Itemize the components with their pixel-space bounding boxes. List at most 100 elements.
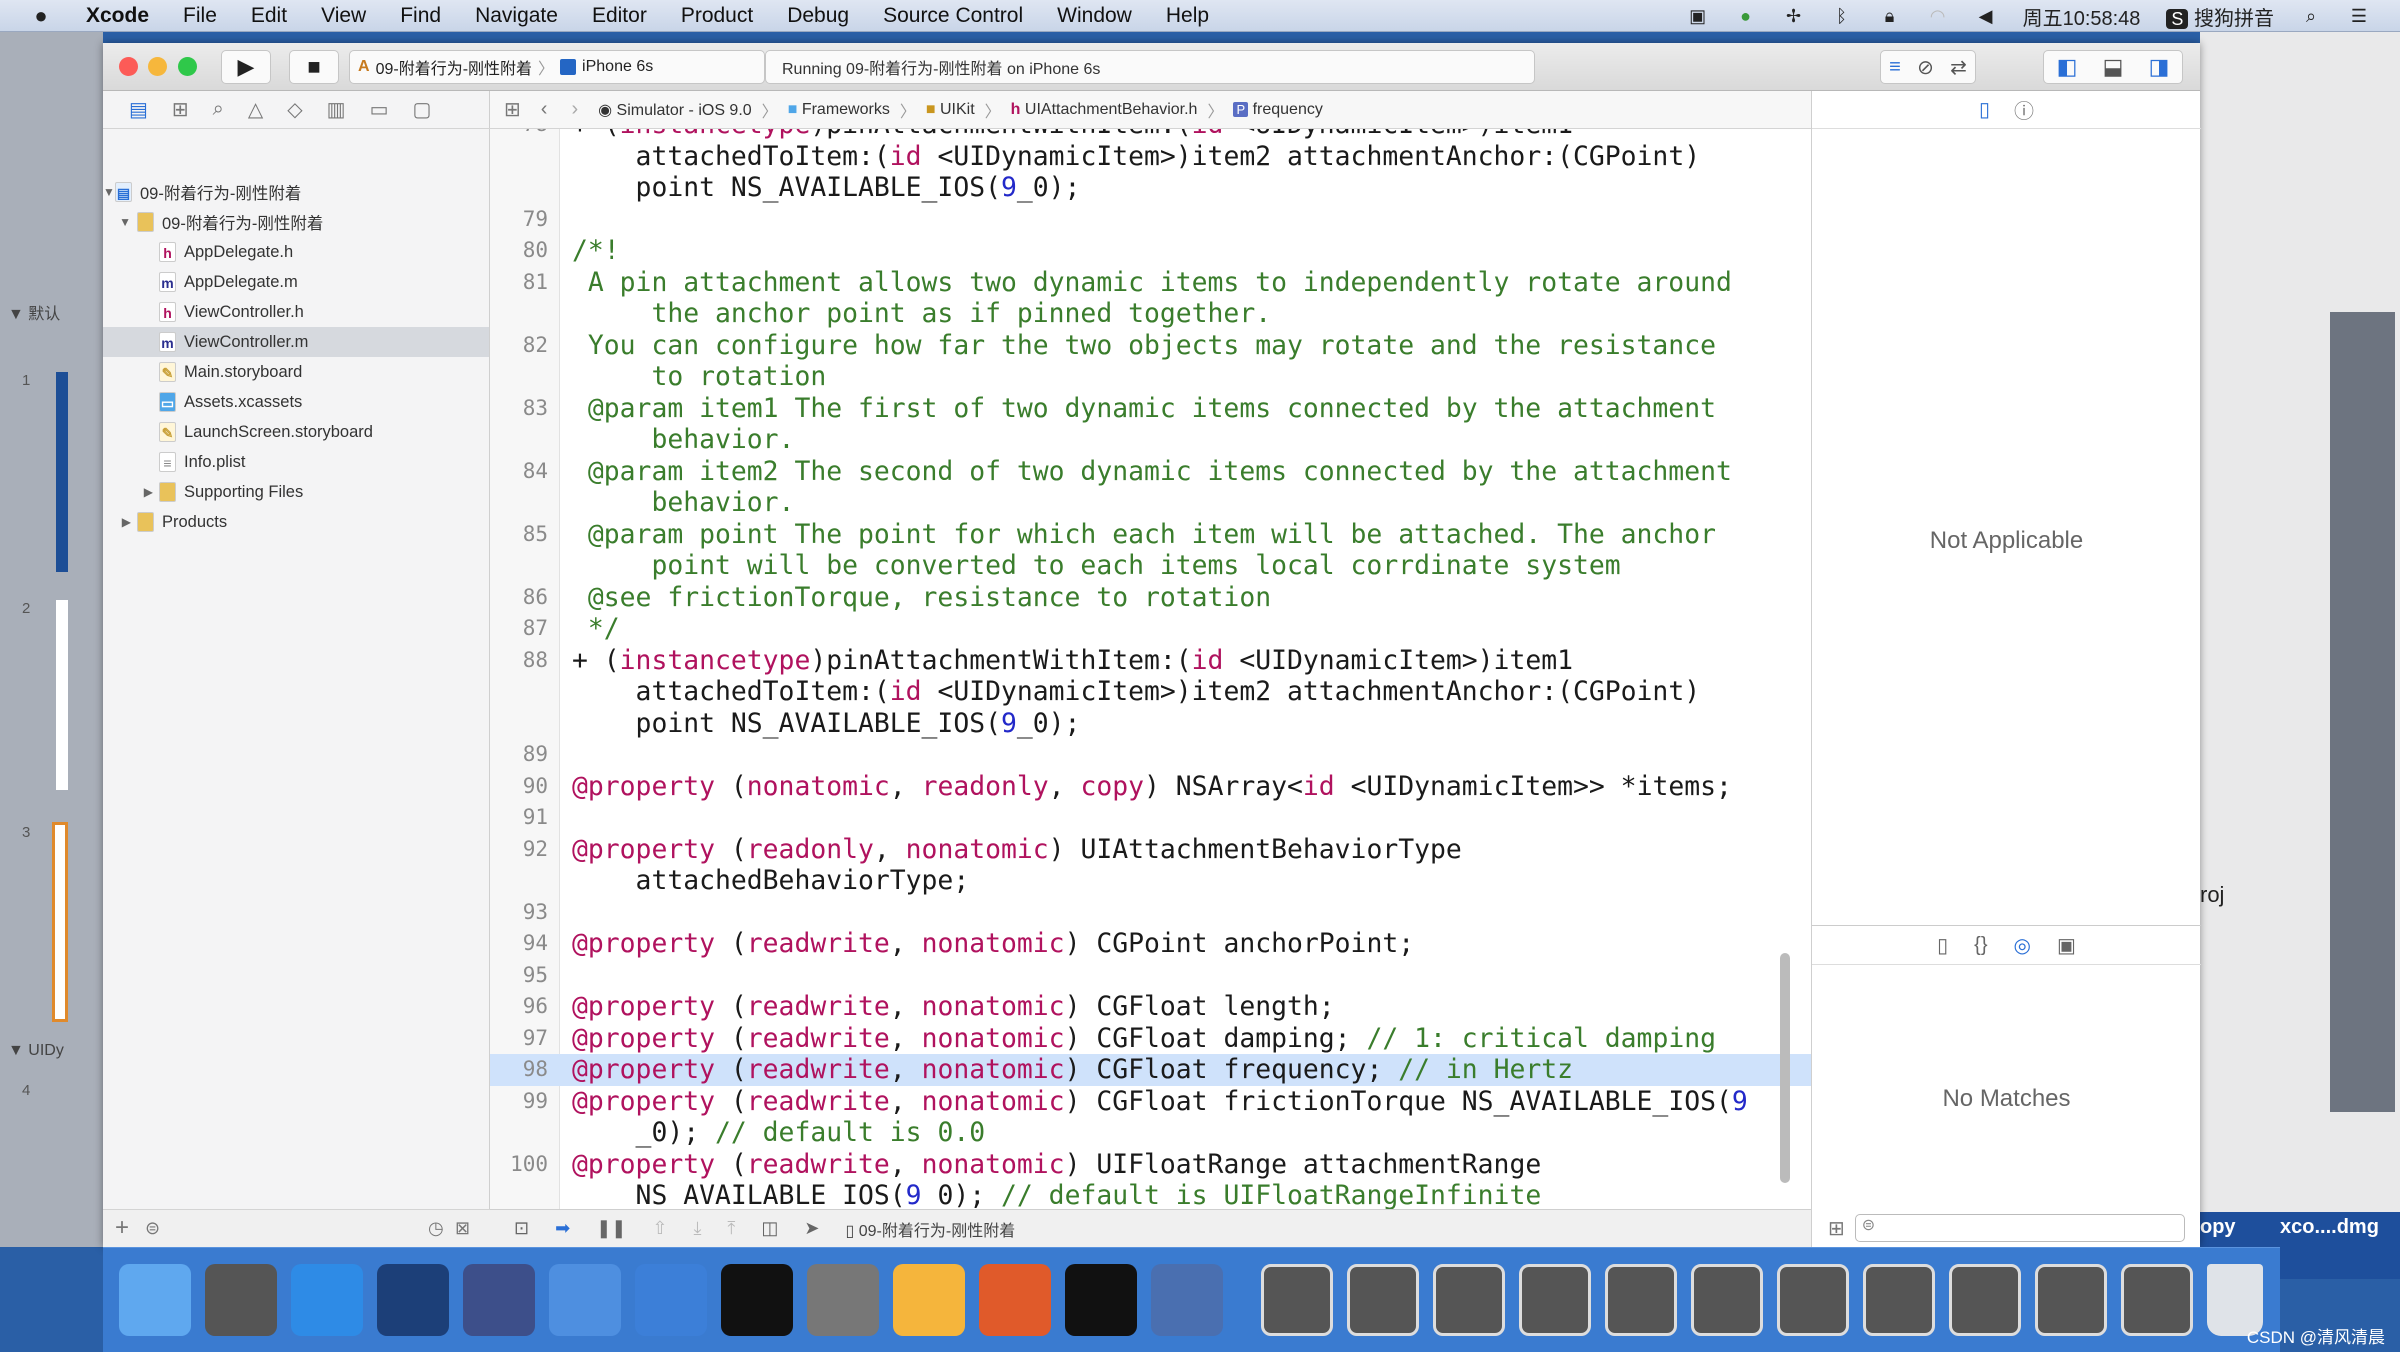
menu-file[interactable]: File: [183, 4, 217, 28]
code-line[interactable]: 92 @property (readonly, nonatomic) UIAtta…: [490, 834, 1811, 866]
menu-navigate[interactable]: Navigate: [475, 4, 558, 28]
simulate-location-icon[interactable]: ➤: [804, 1218, 819, 1239]
line-number[interactable]: 97: [490, 1023, 548, 1055]
line-number[interactable]: 83: [490, 393, 548, 425]
code-area[interactable]: 78+ (instancetype)pinAttachmentWithItem:…: [490, 129, 1811, 1209]
recent-files-icon[interactable]: ◷: [428, 1218, 444, 1239]
code-line[interactable]: point NS_AVAILABLE_IOS(9_0);: [490, 708, 1811, 740]
window-1-icon[interactable]: [1261, 1264, 1333, 1336]
related-items-icon[interactable]: ⊞: [504, 97, 521, 122]
line-number[interactable]: 85: [490, 519, 548, 551]
code-line[interactable]: 78 + (instancetype)pinAttachmentWithItem:…: [490, 129, 1811, 141]
add-icon[interactable]: +: [115, 1214, 129, 1242]
step-in-icon[interactable]: ⤓: [693, 1218, 701, 1239]
line-number[interactable]: 94: [490, 928, 548, 960]
mouse-app-icon[interactable]: [377, 1264, 449, 1336]
simulator-icon[interactable]: [635, 1264, 707, 1336]
pause-icon[interactable]: ❚❚: [596, 1218, 626, 1239]
wifi-icon[interactable]: ◠: [1927, 6, 1949, 26]
file-inspector-icon[interactable]: ▯: [1979, 97, 1990, 122]
console-icon[interactable]: [1065, 1264, 1137, 1336]
fan-icon[interactable]: ✢: [1783, 6, 1805, 26]
code-line[interactable]: 88 + (instancetype)pinAttachmentWithItem:…: [490, 645, 1811, 677]
close-button[interactable]: [119, 57, 138, 76]
navigator-toggle-icon[interactable]: ◧: [2057, 54, 2078, 80]
file-template-library-icon[interactable]: ▯: [1937, 933, 1948, 958]
file-tree-item[interactable]: ≡ Info.plist: [103, 447, 489, 477]
code-line[interactable]: 84 @param item2 The second of two dynami…: [490, 456, 1811, 488]
library-filter-input[interactable]: ⊜: [1854, 1214, 2185, 1242]
test-navigator-icon[interactable]: ◇: [287, 97, 302, 122]
disclosure-triangle-icon[interactable]: ▶: [103, 485, 159, 499]
minimize-button[interactable]: [148, 57, 167, 76]
line-number[interactable]: 87: [490, 613, 548, 645]
window-6-icon[interactable]: [1691, 1264, 1763, 1336]
code-line[interactable]: 87 */: [490, 613, 1811, 645]
process-target[interactable]: ▯ 09-附着行为-刚性附着: [846, 1217, 1016, 1241]
line-number[interactable]: 86: [490, 582, 548, 614]
lock-icon[interactable]: 🔒︎: [1879, 6, 1901, 26]
crumb-uikit[interactable]: ■ UIKit: [926, 101, 975, 119]
symbol-navigator-icon[interactable]: ⊞: [172, 97, 189, 122]
slide-thumbnail-selected[interactable]: [52, 822, 68, 1022]
step-out-icon[interactable]: ⤒: [727, 1218, 735, 1239]
line-number[interactable]: 93: [490, 897, 548, 929]
menu-source-control[interactable]: Source Control: [883, 4, 1023, 28]
code-line[interactable]: 94 @property (readwrite, nonatomic) CGPoi…: [490, 928, 1811, 960]
code-line[interactable]: 100 @property (readwrite, nonatomic) UIFl…: [490, 1149, 1811, 1181]
code-line[interactable]: 79: [490, 204, 1811, 236]
file-tree-item[interactable]: ▼ ▤ 09-附着行为-刚性附着: [103, 177, 489, 207]
code-line[interactable]: 83 @param item1 The first of two dynamic…: [490, 393, 1811, 425]
scheme-selector[interactable]: A 09-附着行为-刚性附着 〉 iPhone 6s: [349, 50, 765, 84]
crumb-simulator[interactable]: ◉ Simulator - iOS 9.0: [598, 100, 752, 120]
line-number[interactable]: 84: [490, 456, 548, 488]
green-app-icon[interactable]: ●: [1735, 6, 1757, 26]
version-editor-icon[interactable]: ⇄: [1950, 55, 1967, 80]
code-line[interactable]: 90 @property (nonatomic, readonly, copy) …: [490, 771, 1811, 803]
window-8-icon[interactable]: [1863, 1264, 1935, 1336]
volume-icon[interactable]: ◀: [1975, 6, 1997, 26]
code-line[interactable]: 89: [490, 739, 1811, 771]
line-number[interactable]: 99: [490, 1086, 548, 1118]
code-line[interactable]: point will be converted to each items lo…: [490, 550, 1811, 582]
crumb-symbol[interactable]: P frequency: [1233, 101, 1323, 119]
code-line[interactable]: 95: [490, 960, 1811, 992]
step-over-icon[interactable]: ⇧: [652, 1218, 667, 1239]
window-3-icon[interactable]: [1433, 1264, 1505, 1336]
line-number[interactable]: 95: [490, 960, 548, 992]
scm-status-icon[interactable]: ⊠: [455, 1218, 470, 1239]
zoom-button[interactable]: [178, 57, 197, 76]
spotlight-search-icon[interactable]: ⌕: [2300, 6, 2322, 26]
device-name[interactable]: iPhone 6s: [582, 58, 653, 76]
standard-editor-icon[interactable]: ≡: [1889, 56, 1901, 79]
line-number[interactable]: 89: [490, 739, 548, 771]
code-line[interactable]: 85 @param point The point for which each…: [490, 519, 1811, 551]
screen-record-icon[interactable]: ▣: [1687, 6, 1709, 26]
code-line[interactable]: point NS_AVAILABLE_IOS(9_0);: [490, 172, 1811, 204]
notification-center-icon[interactable]: ☰: [2348, 6, 2370, 26]
code-line[interactable]: the anchor point as if pinned together.: [490, 298, 1811, 330]
desktop-file-label[interactable]: opy: [2200, 1216, 2236, 1239]
disclosure-triangle-icon[interactable]: ▶: [103, 515, 137, 529]
line-number[interactable]: 91: [490, 802, 548, 834]
line-number[interactable]: 92: [490, 834, 548, 866]
quick-help-icon[interactable]: ⓘ: [2014, 95, 2034, 124]
window-11-icon[interactable]: [2121, 1264, 2193, 1336]
window-10-icon[interactable]: [2035, 1264, 2107, 1336]
file-tree-item[interactable]: m ViewController.m: [103, 327, 489, 357]
object-library-icon[interactable]: ◎: [2014, 933, 2031, 958]
menu-product[interactable]: Product: [681, 4, 753, 28]
line-number[interactable]: 81: [490, 267, 548, 299]
menu-debug[interactable]: Debug: [787, 4, 849, 28]
slide-thumbnail[interactable]: [56, 372, 68, 572]
file-tree-item[interactable]: ▼ 09-附着行为-刚性附着: [103, 207, 489, 237]
code-line[interactable]: _0); // default is 0.0: [490, 1117, 1811, 1149]
line-number[interactable]: 100: [490, 1149, 548, 1181]
file-tree-item[interactable]: ▭ Assets.xcassets: [103, 387, 489, 417]
menu-view[interactable]: View: [321, 4, 366, 28]
crumb-frameworks[interactable]: ■ Frameworks: [788, 101, 890, 119]
code-line[interactable]: NS_AVAILABLE_IOS(9_0); // default is UIF…: [490, 1180, 1811, 1209]
disclosure-triangle-icon[interactable]: ▼: [103, 215, 137, 229]
code-line[interactable]: 81 A pin attachment allows two dynamic i…: [490, 267, 1811, 299]
debug-navigator-icon[interactable]: ▥: [327, 97, 346, 122]
